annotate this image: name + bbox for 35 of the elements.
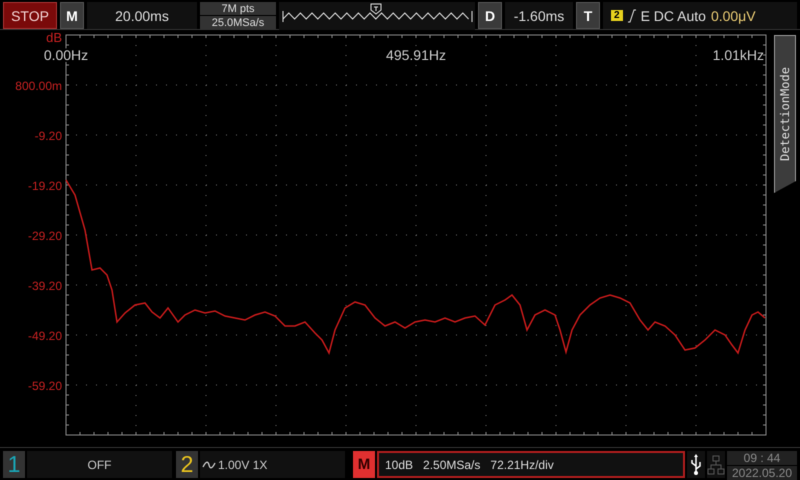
channel-key[interactable]: 1 (3, 451, 25, 478)
math-setting: 72.21Hz/div (490, 458, 554, 472)
channel-key[interactable]: 2 (176, 451, 198, 478)
delay-value: -1.60ms (505, 2, 573, 29)
y-tick-label: -59.20 (28, 379, 62, 393)
clock-date: 2022.05.20 (727, 466, 797, 480)
trigger-key[interactable]: T (576, 2, 600, 29)
usb-icon (691, 454, 701, 476)
network-icon (707, 454, 725, 476)
y-tick-label: -9.20 (34, 129, 62, 143)
math-key[interactable]: M (353, 451, 375, 478)
trigger-source-badge: 2 (611, 10, 623, 21)
math-setting: 10dB (385, 458, 414, 472)
side-menu-tab[interactable]: DetectionMode (774, 35, 796, 193)
trigger-level: 0.00μV (710, 8, 756, 24)
channel-status[interactable]: OFF (27, 451, 172, 478)
y-tick-label: -19.20 (28, 179, 62, 193)
channel-status[interactable]: 1.00V 1X (200, 451, 345, 478)
clock-time: 09 : 44 (727, 451, 797, 465)
y-tick-label: -29.20 (28, 229, 62, 243)
trigger-settings: E DC Auto (640, 8, 706, 24)
math-setting: 2.50MSa/s (423, 458, 480, 472)
y-tick-label: -49.20 (28, 329, 62, 343)
memory-depth: 7M pts (200, 2, 276, 15)
y-tick-label: -39.20 (28, 279, 62, 293)
rising-edge-icon (628, 8, 636, 22)
x-tick-label: 495.91Hz (386, 47, 446, 63)
menu-key[interactable]: M (60, 2, 84, 29)
y-axis-unit: dB (46, 30, 62, 45)
x-tick-label: 1.01kHz (712, 47, 764, 63)
sample-rate: 25.0MSa/s (200, 16, 276, 29)
delay-key[interactable]: D (478, 2, 502, 29)
y-tick-label: 800.00m (15, 79, 62, 93)
timebase-value: 20.00ms (87, 2, 197, 29)
run-stop-button[interactable]: STOP (3, 2, 57, 29)
